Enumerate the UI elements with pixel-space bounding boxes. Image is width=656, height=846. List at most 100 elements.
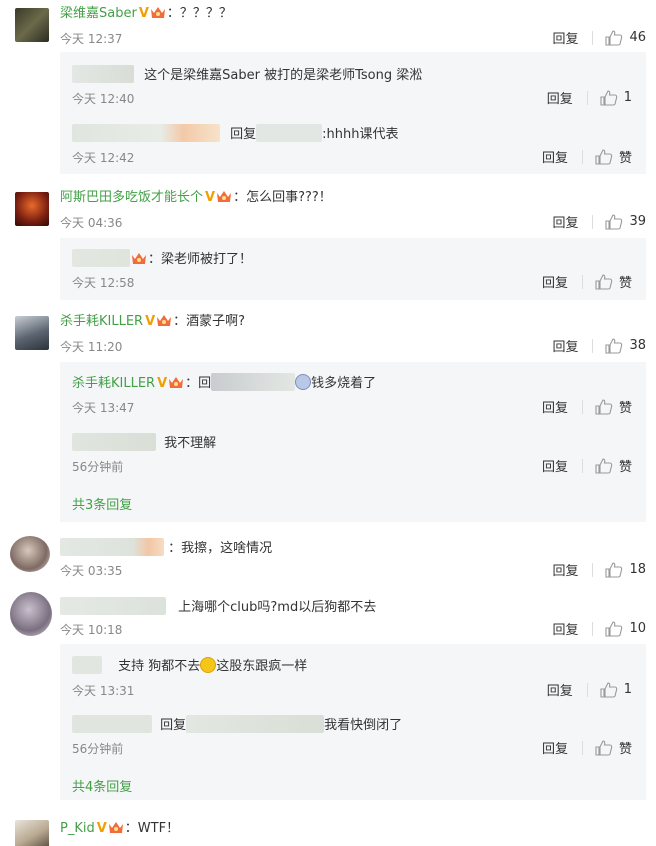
divider [582, 741, 583, 755]
thumbs-up-icon[interactable] [595, 274, 613, 290]
reply-button[interactable]: 回复 [552, 560, 578, 579]
crown-badge-icon [156, 313, 172, 327]
blurred-username [72, 656, 102, 674]
thumbs-up-icon[interactable] [595, 149, 613, 165]
thumbs-up-icon[interactable] [595, 458, 613, 474]
avatar[interactable] [15, 192, 49, 226]
divider [592, 563, 593, 577]
reply-text: 钱多烧着了 [311, 376, 376, 391]
thumbs-up-icon[interactable] [605, 30, 623, 46]
thumbs-up-icon[interactable] [605, 214, 623, 230]
thumbs-up-icon[interactable] [605, 338, 623, 354]
comment-username[interactable]: 杀手耗KILLER [60, 314, 143, 329]
divider [592, 339, 593, 353]
crown-badge-icon [150, 5, 166, 19]
reply-list: 支持 狗都不去这股东跟疯一样 今天 13:31 回复 1 回复我看快倒闭了 56… [60, 644, 646, 800]
reply-button[interactable]: 回复 [552, 619, 578, 638]
reply-text: 这个是梁维嘉Saber 被打的是梁老师Tsong 梁淞 [144, 68, 422, 83]
divider [587, 683, 588, 697]
blurred-mention [256, 124, 322, 142]
view-more-replies-link[interactable]: 共3条回复 [72, 494, 132, 513]
reply-prefix: 回复 [230, 127, 256, 142]
like-count: 38 [629, 338, 646, 353]
face-emoji-icon [295, 374, 311, 390]
thumbs-up-icon[interactable] [595, 740, 613, 756]
comment-text: ：我擦，这啥情况 [168, 541, 272, 556]
crown-badge-icon [131, 251, 147, 265]
reply-list: 这个是梁维嘉Saber 被打的是梁老师Tsong 梁淞 今天 12:40 回复 … [60, 52, 646, 174]
view-more-replies-link[interactable]: 共4条回复 [72, 776, 132, 795]
like-label: 赞 [619, 397, 632, 416]
blurred-username[interactable] [60, 538, 164, 556]
thumbs-up-icon[interactable] [600, 90, 618, 106]
crown-badge-icon [168, 375, 184, 389]
reply-text: 我看快倒闭了 [324, 718, 402, 733]
comment-username[interactable]: 梁维嘉Saber [60, 6, 137, 21]
reply-time: 今天 12:40 [72, 90, 134, 107]
reply-button[interactable]: 回复 [542, 272, 568, 291]
blurred-username[interactable] [60, 597, 166, 615]
blurred-username [72, 249, 130, 267]
blurred-username [72, 433, 156, 451]
divider [582, 459, 583, 473]
divider [587, 91, 588, 105]
verified-v-icon: V [157, 375, 167, 393]
reply-button[interactable]: 回复 [552, 28, 578, 47]
reply-text: :hhhh课代表 [322, 127, 398, 142]
thumbs-up-icon[interactable] [600, 682, 618, 698]
reply-button[interactable]: 回复 [552, 212, 578, 231]
reply-button[interactable]: 回复 [542, 456, 568, 475]
reply-prefix: ：回 [185, 376, 211, 391]
reply-text: 支持 狗都不去 [118, 659, 200, 674]
comment-username[interactable]: 阿斯巴田多吃饭才能长个 [60, 190, 203, 205]
like-count: 46 [629, 30, 646, 45]
reply-time: 56分钟前 [72, 458, 123, 475]
thumbs-up-icon[interactable] [605, 562, 623, 578]
like-count: 18 [629, 562, 646, 577]
reply-button[interactable]: 回复 [542, 147, 568, 166]
divider [592, 622, 593, 636]
reply-button[interactable]: 回复 [547, 680, 573, 699]
reply-time: 今天 12:58 [72, 274, 134, 291]
reply-button[interactable]: 回复 [552, 336, 578, 355]
comment-time: 今天 10:18 [60, 621, 122, 638]
reply-text: ：梁老师被打了！ [148, 252, 252, 267]
comment-time: 今天 12:37 [60, 30, 122, 47]
divider [582, 275, 583, 289]
reply-time: 今天 12:42 [72, 149, 134, 166]
like-count: 1 [624, 682, 632, 697]
reply-username[interactable]: 杀手耗KILLER [72, 376, 155, 391]
comment-text: ：怎么回事???！ [233, 190, 332, 205]
verified-v-icon: V [205, 189, 215, 207]
comment-time: 今天 03:35 [60, 562, 122, 579]
avatar[interactable] [15, 8, 49, 42]
verified-v-icon: V [145, 313, 155, 331]
reply-text-continued: 这股东跟疯一样 [216, 659, 307, 674]
blurred-username [72, 715, 152, 733]
avatar[interactable] [15, 820, 49, 846]
blurred-username [72, 124, 220, 142]
crown-badge-icon [108, 820, 124, 834]
reply-list: 杀手耗KILLERV：回钱多烧着了 今天 13:47 回复 赞 我不理解 56分… [60, 362, 646, 522]
verified-v-icon: V [97, 820, 107, 838]
like-label: 赞 [619, 272, 632, 291]
like-label: 赞 [619, 738, 632, 757]
avatar[interactable] [10, 536, 50, 572]
reply-button[interactable]: 回复 [542, 397, 568, 416]
thumbs-up-icon[interactable] [605, 621, 623, 637]
divider [592, 31, 593, 45]
blurred-mention [211, 373, 295, 391]
reply-button[interactable]: 回复 [547, 88, 573, 107]
divider [582, 150, 583, 164]
comment-text: ：WTF！ [125, 821, 179, 836]
comment-username[interactable]: P_Kid [60, 821, 95, 836]
thumbs-up-icon[interactable] [595, 399, 613, 415]
comment-text: ：酒蒙子啊? [173, 314, 245, 329]
reply-time: 今天 13:47 [72, 399, 134, 416]
like-count: 39 [629, 214, 646, 229]
like-label: 赞 [619, 147, 632, 166]
reply-button[interactable]: 回复 [542, 738, 568, 757]
avatar[interactable] [10, 592, 52, 636]
divider [592, 215, 593, 229]
avatar[interactable] [15, 316, 49, 350]
